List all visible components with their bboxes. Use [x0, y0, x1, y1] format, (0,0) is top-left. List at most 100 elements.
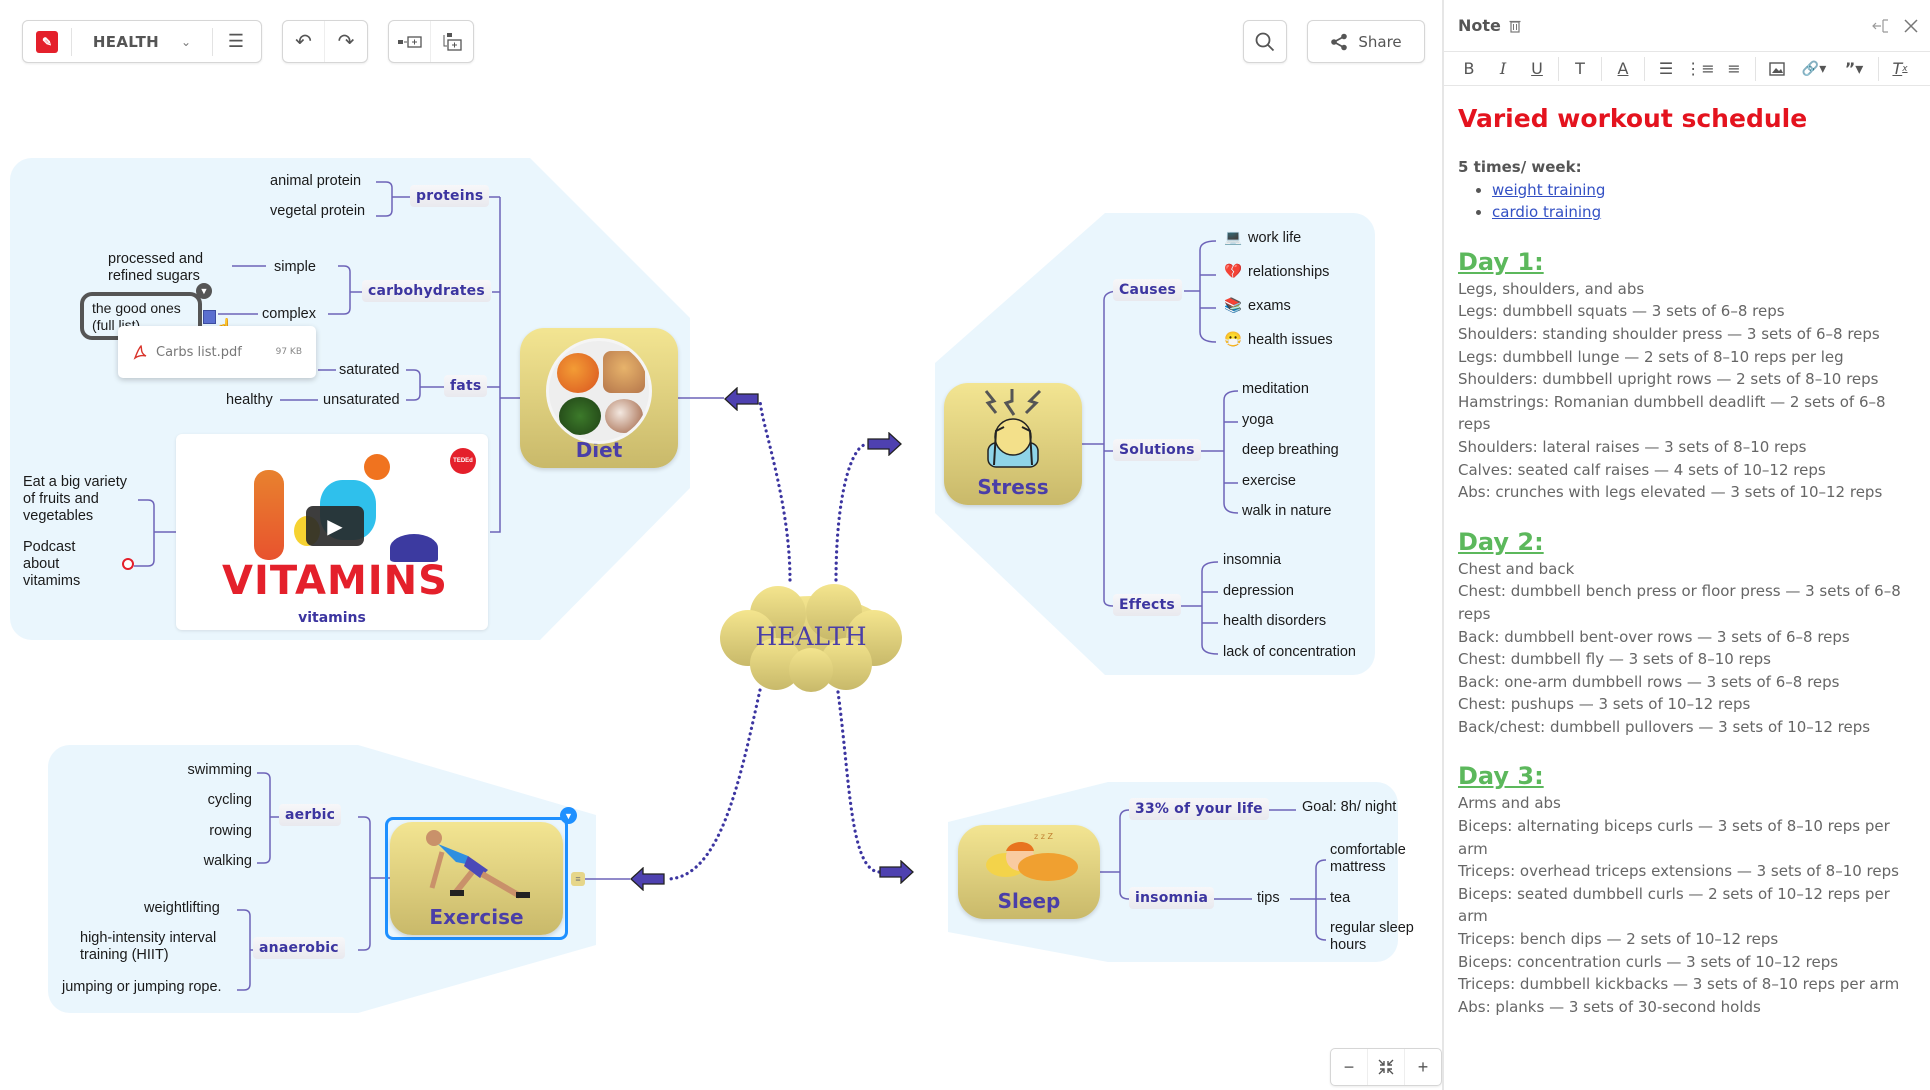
zoom-in-button[interactable]: + [1405, 1049, 1441, 1085]
topic-proteins[interactable]: proteins [410, 185, 490, 207]
leaf-aerobic[interactable]: swimming [188, 762, 252, 779]
leaf-healthy[interactable]: healthy [226, 392, 273, 409]
topic-sleep-insomnia[interactable]: insomnia [1129, 887, 1215, 909]
leaf-eat-variety[interactable]: Eat a big variety of fruits and vegetabl… [23, 474, 135, 525]
underline-button[interactable]: U [1520, 55, 1554, 83]
topic-causes[interactable]: Causes [1113, 279, 1183, 301]
dock-panel-icon[interactable] [1872, 18, 1890, 34]
text-style-button[interactable]: T [1563, 55, 1597, 83]
redo-icon: ↷ [337, 31, 355, 53]
close-icon[interactable] [1904, 18, 1918, 33]
topic-33-percent-life[interactable]: 33% of your life [1129, 798, 1269, 820]
insert-link-button[interactable]: 🔗▾ [1794, 55, 1834, 83]
link-weight-training[interactable]: weight training [1492, 181, 1605, 199]
italic-button[interactable]: I [1486, 55, 1520, 83]
leaf-effect[interactable]: lack of concentration [1223, 644, 1356, 661]
leaf-cause[interactable]: health issues [1248, 332, 1333, 349]
main-topic-diet[interactable]: Diet [520, 328, 678, 468]
leaf-tips[interactable]: tips [1257, 890, 1280, 907]
main-topic-exercise[interactable]: Exercise [390, 822, 563, 935]
note-line: Back: dumbbell bent-over rows — 3 sets o… [1458, 627, 1850, 646]
fit-to-screen-button[interactable] [1368, 1049, 1405, 1085]
redo-button[interactable]: ↷ [325, 21, 367, 62]
leaf-cause[interactable]: exams [1248, 298, 1291, 315]
leaf-aerobic[interactable]: rowing [209, 823, 252, 840]
audio-link-icon[interactable] [122, 558, 134, 570]
mind-map-canvas[interactable]: ✎ HEALTH ⌄ ☰ ↶ ↷ Share HEALTH Diet prote… [0, 0, 1442, 1090]
trash-icon[interactable] [1509, 19, 1521, 33]
leaf-solution[interactable]: exercise [1242, 473, 1296, 490]
share-button[interactable]: Share [1307, 20, 1425, 63]
note-line: Back: one-arm dumbbell rows — 3 sets of … [1458, 672, 1840, 691]
leaf-regular-sleep-hours[interactable]: regular sleep hours [1330, 920, 1422, 954]
bullet-list-button[interactable]: ⋮≡ [1683, 55, 1717, 83]
topic-effects[interactable]: Effects [1113, 594, 1181, 616]
ted-ed-badge: TEDEd [450, 448, 476, 474]
collapse-toggle-icon[interactable]: ▼ [196, 283, 212, 299]
leaf-cause[interactable]: relationships [1248, 264, 1329, 281]
video-title-text: VITAMINS [222, 558, 448, 604]
leaf-podcast-vitamins[interactable]: Podcast about vitamims [23, 539, 89, 590]
undo-button[interactable]: ↶ [283, 21, 325, 62]
central-topic-health[interactable]: HEALTH [716, 578, 906, 694]
leaf-solution[interactable]: yoga [1242, 412, 1273, 429]
search-button[interactable] [1243, 20, 1287, 63]
day-section: Day 1: Legs, shoulders, and abs Legs: dumb… [1458, 246, 1916, 504]
zoom-out-button[interactable]: − [1331, 1049, 1368, 1085]
leaf-jumping-rope[interactable]: jumping or jumping rope. [62, 979, 222, 996]
app-logo-button[interactable]: ✎ [23, 21, 71, 62]
map-title-dropdown[interactable]: HEALTH ⌄ [72, 21, 212, 62]
list-item: weight training [1492, 179, 1916, 202]
leaf-aerobic[interactable]: cycling [208, 792, 252, 809]
topic-solutions[interactable]: Solutions [1113, 439, 1201, 461]
add-child-topic-button[interactable] [431, 21, 473, 62]
leaf-effect[interactable]: depression [1223, 583, 1294, 600]
leaf-animal-protein[interactable]: animal protein [270, 173, 361, 190]
leaf-effect[interactable]: health disorders [1223, 613, 1326, 630]
menu-button[interactable]: ☰ [213, 21, 259, 62]
align-button[interactable]: ≡ [1717, 55, 1751, 83]
leaf-solution[interactable]: walk in nature [1242, 503, 1331, 520]
topic-anaerobic[interactable]: anaerobic [253, 937, 345, 959]
leaf-cause[interactable]: work life [1248, 230, 1301, 247]
attachment-popover[interactable]: Carbs list.pdf 97 KB [118, 326, 316, 378]
app: ✎ HEALTH ⌄ ☰ ↶ ↷ Share HEALTH Diet prote… [0, 0, 1930, 1090]
numbered-list-button[interactable]: ☰ [1649, 55, 1683, 83]
collapse-toggle-icon[interactable]: ▼ [560, 807, 577, 824]
text-color-button[interactable]: A [1606, 55, 1640, 83]
note-indicator-icon[interactable]: ≡ [571, 872, 585, 886]
leaf-solution[interactable]: meditation [1242, 381, 1309, 398]
note-editor[interactable]: Varied workout schedule 5 times/ week: w… [1444, 86, 1930, 1018]
hamburger-icon: ☰ [227, 31, 245, 51]
topic-aerobic[interactable]: aerbic [279, 804, 342, 826]
main-topic-sleep[interactable]: z z Z Sleep [958, 825, 1100, 919]
quote-button[interactable]: ”▾ [1834, 55, 1874, 83]
add-sibling-topic-button[interactable] [389, 21, 431, 62]
leaf-comfortable-mattress[interactable]: comfortable mattress [1330, 842, 1422, 876]
clear-format-button[interactable]: Tx [1883, 55, 1917, 83]
topic-fats[interactable]: fats [444, 375, 488, 397]
bold-button[interactable]: B [1452, 55, 1486, 83]
play-button[interactable]: ▶ [306, 506, 364, 546]
leaf-solution[interactable]: deep breathing [1242, 442, 1339, 459]
leaf-refined-sugars[interactable]: processed and refined sugars [108, 251, 218, 285]
leaf-effect[interactable]: insomnia [1223, 552, 1281, 569]
numbered-list-icon: ☰ [1658, 59, 1674, 78]
leaf-vegetal-protein[interactable]: vegetal protein [270, 203, 365, 220]
attachment-name: Carbs list.pdf [156, 344, 242, 360]
main-topic-stress[interactable]: Stress [944, 383, 1082, 505]
leaf-aerobic[interactable]: walking [204, 853, 252, 870]
leaf-unsaturated[interactable]: unsaturated [323, 392, 400, 409]
insert-image-button[interactable] [1760, 55, 1794, 83]
leaf-goal-8h[interactable]: Goal: 8h/ night [1302, 799, 1396, 816]
link-cardio-training[interactable]: cardio training [1492, 203, 1601, 221]
day-heading: Day 1: [1458, 247, 1544, 276]
leaf-simple[interactable]: simple [274, 259, 316, 276]
topic-carbohydrates[interactable]: carbohydrates [362, 280, 491, 302]
leaf-tea[interactable]: tea [1330, 890, 1350, 907]
leaf-complex[interactable]: complex [262, 306, 316, 323]
leaf-weightlifting[interactable]: weightlifting [144, 900, 220, 917]
vitamins-video-topic[interactable]: TEDEd VITAMINS ▶ vitamins [176, 434, 488, 630]
leaf-saturated[interactable]: saturated [339, 362, 399, 379]
leaf-hiit[interactable]: high-intensity interval training (HIIT) [80, 930, 230, 964]
